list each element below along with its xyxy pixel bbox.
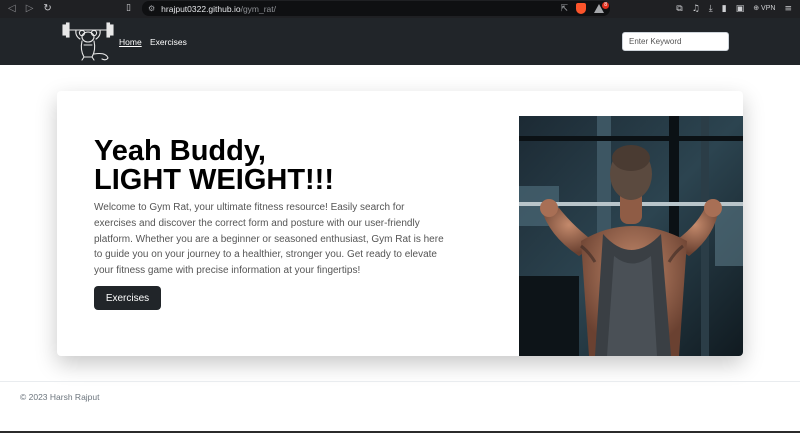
site-info-icon[interactable]: ⚙ [148,4,155,13]
url-host: hrajput0322.github.io [161,3,241,14]
share-icon[interactable]: ⇱ [560,4,568,14]
brave-rewards-icon[interactable]: 8 [594,1,609,14]
address-bar[interactable]: ⚙ hrajput0322.github.io /gym_rat/ ⇱ 8 [142,1,610,16]
back-icon[interactable]: ◁ [8,4,16,14]
vpn-button[interactable]: ⊕ VPN [753,3,775,15]
reload-icon[interactable]: ↻ [43,4,51,14]
hero-title: Yeah Buddy, LIGHT WEIGHT!!! [94,137,334,195]
nav-link-home[interactable]: Home [119,37,142,47]
extensions-icon[interactable]: ⧉ [676,3,682,15]
url-path: /gym_rat/ [240,3,277,14]
browser-nav-buttons: ◁ ▷ ↻ [0,4,120,14]
hero-title-line-2: LIGHT WEIGHT!!! [94,164,335,196]
exercises-button[interactable]: Exercises [94,286,161,310]
gym-rat-logo[interactable] [62,20,114,62]
hero-card: Yeah Buddy, LIGHT WEIGHT!!! Welcome to G… [57,91,743,356]
forward-icon[interactable]: ▷ [26,4,34,14]
download-icon[interactable]: ⤓ [709,3,713,15]
browser-right-toolbar: ⧉ ♫ ⤓ ▮ ▣ ⊕ VPN ≡ [676,3,792,15]
vpn-label: VPN [761,5,776,12]
menu-icon[interactable]: ≡ [784,3,792,15]
search-input[interactable] [622,32,729,51]
wallet-icon[interactable]: ▣ [736,3,745,15]
footer-copyright: © 2023 Harsh Rajput [20,392,100,402]
sidebar-icon[interactable]: ▮ [722,3,727,15]
rewards-badge: 8 [602,1,609,9]
bookmark-icon[interactable]: ▯ [126,3,140,13]
brave-shields-icon[interactable] [576,3,586,14]
vpn-icon: ⊕ [753,5,760,12]
site-navbar: Home Exercises [0,18,800,65]
footer-divider [0,381,800,382]
hero-description: Welcome to Gym Rat, your ultimate fitnes… [94,202,444,277]
media-icon[interactable]: ♫ [692,3,700,15]
nav-link-exercises[interactable]: Exercises [150,37,187,47]
hero-image [519,116,743,356]
hero-title-line-1: Yeah Buddy, [94,135,266,167]
